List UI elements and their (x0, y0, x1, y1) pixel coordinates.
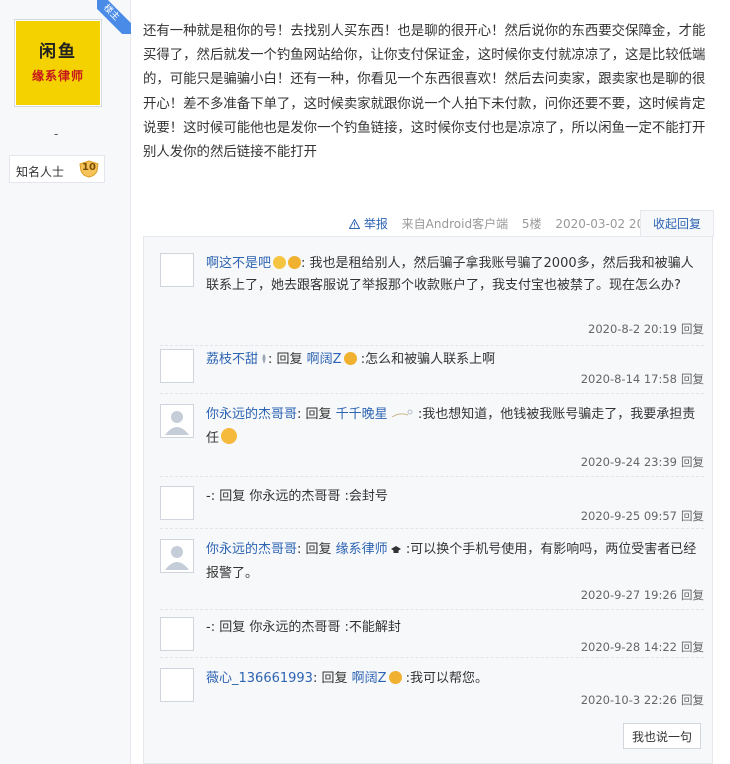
reply-time: 2020-8-2 20:19 (588, 322, 677, 336)
reply-button[interactable]: 回复 (681, 455, 704, 469)
reply-body: 你永远的杰哥哥: 回复 缘系律师 :可以换个手机号使用，有影响吗，两位受害者已经… (206, 539, 702, 585)
reply-username[interactable]: 荔枝不甜 (206, 352, 258, 367)
author-sidebar: 楼主 闲鱼 缘系律师 - 知名人士 10 (0, 0, 131, 764)
fold-replies-button[interactable]: 收起回复 (640, 210, 714, 237)
reply-username[interactable]: 你永远的杰哥哥 (206, 407, 297, 422)
reply-time: 2020-9-28 14:22 (580, 640, 677, 654)
reply-body: -: 回复 你永远的杰哥哥 :不能解封 (206, 617, 702, 639)
reply-prefix: : 回复 (297, 542, 336, 557)
warning-icon (348, 218, 361, 229)
reply-avatar[interactable] (160, 349, 194, 383)
reply-button[interactable]: 回复 (681, 588, 704, 602)
reply-prefix: : 回复 (210, 489, 250, 504)
reply-item: 你永远的杰哥哥: 回复 缘系律师 :可以换个手机号使用，有影响吗，两位受害者已经… (160, 539, 704, 610)
reply-target[interactable]: 缘系律师 (336, 542, 388, 557)
reply-body: 你永远的杰哥哥: 回复 千千晚星 :我也想知道，他钱被我账号骗走了，我要承担责任 (206, 404, 702, 450)
report-label: 举报 (363, 217, 388, 231)
reply-time: 2020-9-24 23:39 (580, 455, 677, 469)
post-client: 来自Android客户端 (401, 217, 509, 231)
level-number: 10 (82, 162, 96, 173)
feather-icon (260, 351, 268, 373)
reply-text: :会封号 (340, 489, 388, 504)
reply-avatar[interactable] (160, 253, 194, 287)
reply-item: 啊这不是吧: 我也是租给别人，然后骗子拿我账号骗了2000多，然后我和被骗人联系… (160, 253, 704, 346)
grin-emoji-icon (288, 256, 302, 269)
grin-emoji-icon (388, 671, 402, 684)
reply-target[interactable]: 你永远的杰哥哥 (249, 489, 340, 504)
reply-item: 薇心_136661993: 回复 啊阔Z :我可以帮您。 2020-10-3 2… (160, 668, 704, 712)
reply-button[interactable]: 回复 (681, 509, 704, 523)
reply-footer: 2020-8-14 17:58 回复 (581, 371, 704, 387)
post-meta: 举报 来自Android客户端 5楼 2020-03-02 20:35 (348, 215, 664, 232)
reply-avatar[interactable] (160, 668, 194, 702)
reply-footer: 2020-9-25 09:57 回复 (581, 508, 704, 524)
author-avatar[interactable]: 闲鱼 缘系律师 (14, 19, 102, 107)
reply-list: 啊这不是吧: 我也是租给别人，然后骗子拿我账号骗了2000多，然后我和被骗人联系… (143, 236, 713, 764)
reply-text: :不能解封 (340, 620, 401, 635)
reply-time: 2020-9-27 19:26 (580, 588, 677, 602)
reply-target[interactable]: 千千晚星 (336, 407, 388, 422)
reply-avatar[interactable] (160, 539, 194, 573)
reply-footer: 2020-9-27 19:26 回复 (581, 587, 704, 603)
reply-body: 荔枝不甜 : 回复 啊阔Z :怎么和被骗人联系上啊 (206, 349, 702, 373)
reply-footer: 2020-10-3 22:26 回复 (581, 692, 704, 708)
reply-username[interactable]: 你永远的杰哥哥 (206, 542, 297, 557)
reply-prefix: : 回复 (312, 671, 352, 686)
op-ribbon-label: 楼主 (97, 0, 131, 34)
reply-text: :怎么和被骗人联系上啊 (356, 352, 496, 367)
smile-emoji-icon (273, 256, 287, 269)
reply-footer: 2020-9-24 23:39 回复 (581, 454, 704, 470)
level-badge-box[interactable]: 知名人士 10 (9, 155, 105, 183)
default-avatar-icon (165, 411, 189, 435)
reply-body: -: 回复 你永远的杰哥哥 :会封号 (206, 486, 702, 508)
reply-prefix: : 回复 (268, 352, 307, 367)
level-shield-icon: 10 (78, 160, 100, 178)
reply-button[interactable]: 回复 (681, 640, 704, 654)
reply-avatar[interactable] (160, 617, 194, 651)
sweat-emoji-icon (221, 428, 238, 444)
author-name[interactable]: - (54, 127, 58, 141)
level-title: 知名人士 (16, 165, 65, 179)
reply-time: 2020-9-25 09:57 (580, 509, 677, 523)
avatar-logo-text-1: 闲鱼 (39, 42, 77, 62)
reply-footer: 2020-8-2 20:19 回复 (588, 321, 704, 337)
report-link[interactable]: 举报 (348, 217, 392, 231)
reply-item: -: 回复 你永远的杰哥哥 :会封号 2020-9-25 09:57 回复 (160, 486, 704, 529)
post-floor: 5楼 (521, 217, 542, 231)
reply-button[interactable]: 回复 (681, 693, 704, 707)
reply-body: 啊这不是吧: 我也是租给别人，然后骗子拿我账号骗了2000多，然后我和被骗人联系… (206, 253, 702, 297)
grad-cap-icon (390, 541, 402, 563)
reply-item: 荔枝不甜 : 回复 啊阔Z :怎么和被骗人联系上啊 2020-8-14 17:58… (160, 349, 704, 394)
reply-avatar[interactable] (160, 486, 194, 520)
reply-target[interactable]: 你永远的杰哥哥 (249, 620, 340, 635)
grin-emoji-icon (343, 352, 357, 365)
reply-username[interactable]: 啊这不是吧 (206, 256, 271, 271)
reply-text: :我可以帮您。 (401, 671, 489, 686)
reply-item: -: 回复 你永远的杰哥哥 :不能解封 2020-9-28 14:22 回复 (160, 617, 704, 658)
star-decoration-icon (390, 406, 414, 428)
reply-time: 2020-10-3 22:26 (580, 693, 677, 707)
reply-time: 2020-8-14 17:58 (580, 372, 677, 386)
default-avatar-icon (165, 546, 189, 570)
reply-avatar[interactable] (160, 404, 194, 438)
reply-footer: 2020-9-28 14:22 回复 (581, 639, 704, 655)
reply-target[interactable]: 啊阔Z (352, 671, 387, 686)
reply-body: 薇心_136661993: 回复 啊阔Z :我可以帮您。 (206, 668, 702, 690)
author-avatar-logo: 闲鱼 缘系律师 (16, 21, 100, 105)
say-one-button[interactable]: 我也说一句 (623, 723, 701, 749)
reply-username[interactable]: 薇心_136661993 (206, 671, 313, 686)
post-content: 还有一种就是租你的号！去找别人买东西！也是聊的很开心！然后说你的东西要交保障金，… (143, 24, 706, 161)
reply-button[interactable]: 回复 (681, 372, 704, 386)
avatar-logo-text-2: 缘系律师 (31, 69, 84, 83)
reply-target[interactable]: 啊阔Z (307, 352, 342, 367)
reply-button[interactable]: 回复 (681, 322, 704, 336)
reply-prefix: : 回复 (297, 407, 336, 422)
op-ribbon: 楼主 (97, 0, 131, 34)
reply-prefix: : 回复 (210, 620, 250, 635)
reply-item: 你永远的杰哥哥: 回复 千千晚星 :我也想知道，他钱被我账号骗走了，我要承担责任… (160, 404, 704, 477)
